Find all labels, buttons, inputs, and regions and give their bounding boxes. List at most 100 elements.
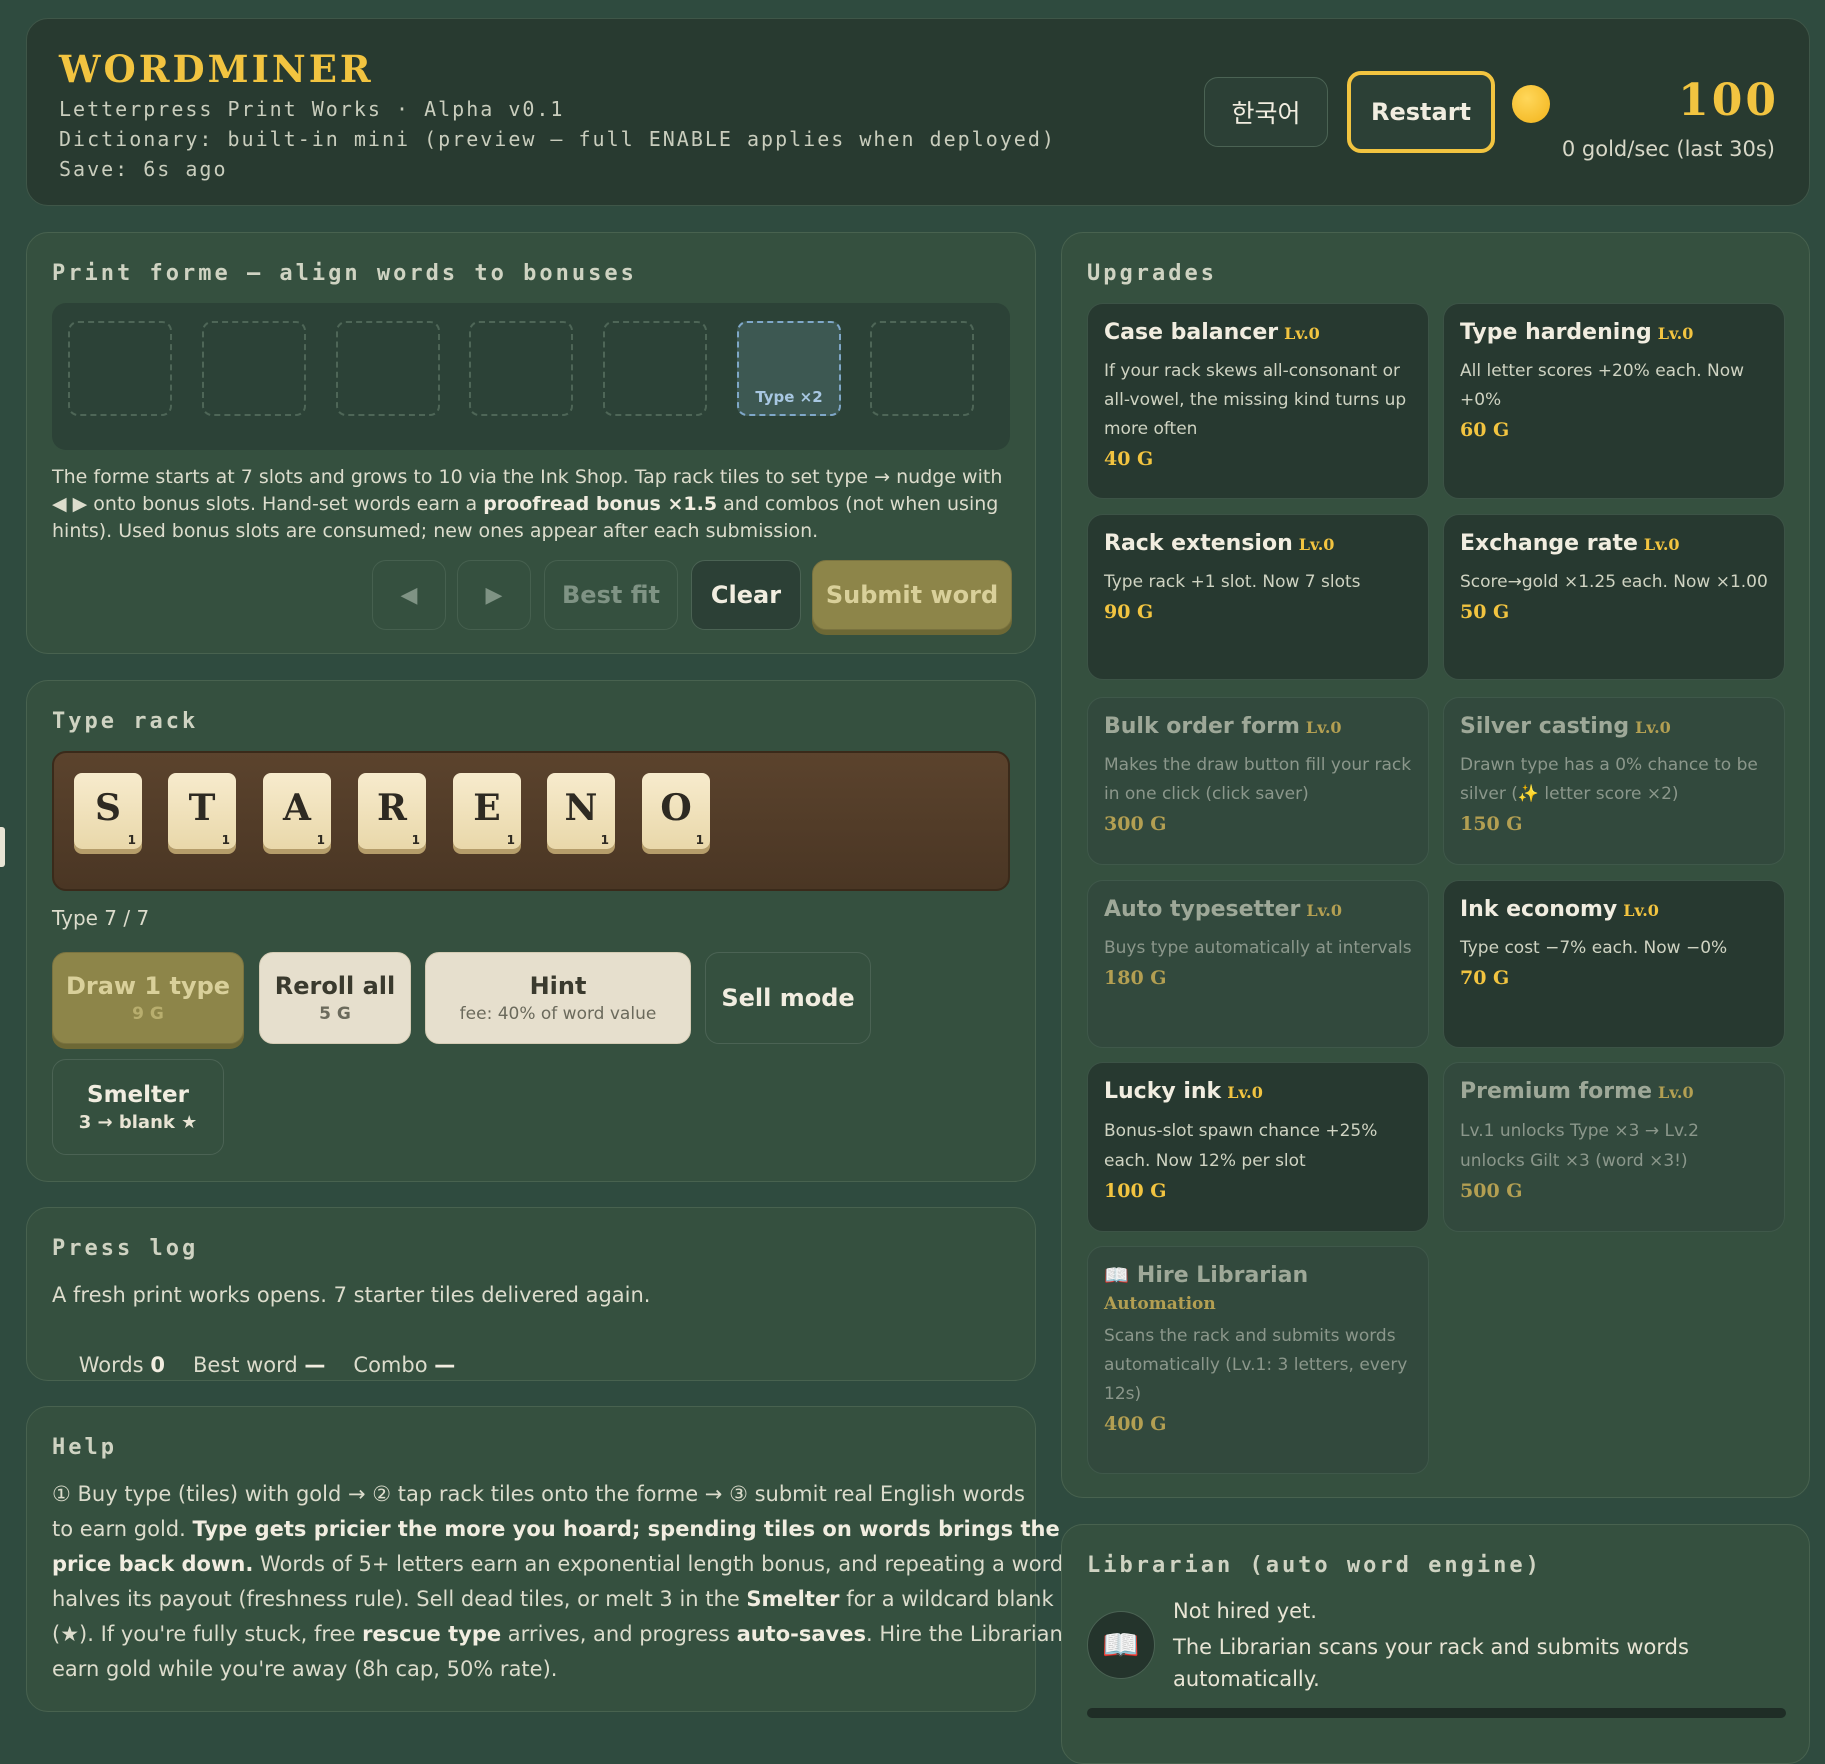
tile-points: 1 (600, 833, 609, 847)
help-line: ① Buy type (tiles) with gold → ② tap rac… (52, 1482, 1025, 1506)
librarian-desc: The Librarian scans your rack and submit… (1173, 1635, 1689, 1691)
rack-tile[interactable]: T1 (168, 773, 236, 849)
upgrade-card-exchange-rate[interactable]: Exchange rate Lv.0 Score→gold ×1.25 each.… (1443, 514, 1785, 680)
rack-title: Type rack (52, 709, 199, 734)
upgrade-cost: 150 G (1460, 813, 1523, 835)
submit-word-button[interactable]: Submit word (812, 560, 1012, 630)
forme-slot[interactable] (870, 321, 974, 416)
nudge-left-button[interactable]: ◀ (372, 560, 446, 630)
rack-tile[interactable]: N1 (547, 773, 615, 849)
rack-tile[interactable]: O1 (642, 773, 710, 849)
upgrade-name: Lucky ink (1104, 1079, 1222, 1104)
hint-button[interactable]: Hint fee: 40% of word value (425, 952, 691, 1044)
rack-tile[interactable]: R1 (358, 773, 426, 849)
game-subtitle: Letterpress Print Works · Alpha v0.1 (59, 97, 565, 121)
clear-button[interactable]: Clear (691, 560, 801, 630)
reroll-all-button[interactable]: Reroll all 5 G (259, 952, 411, 1044)
help-bold-span: auto-saves (736, 1622, 866, 1646)
rack-tile[interactable]: A1 (263, 773, 331, 849)
draw-type-button[interactable]: Draw 1 type 9 G (52, 952, 244, 1044)
hire-librarian-card[interactable]: 📖 Hire Librarian Automation Scans the rac… (1087, 1246, 1429, 1474)
restart-button[interactable]: Restart (1347, 71, 1495, 153)
upgrade-card-silver-casting[interactable]: Silver casting Lv.0 Drawn type has a 0% c… (1443, 697, 1785, 865)
rack-tile[interactable]: E1 (453, 773, 521, 849)
upgrade-card-bulk-order-form[interactable]: Bulk order form Lv.0 Makes the draw butto… (1087, 697, 1429, 865)
help-text-span: halves its payout (freshness rule). Sell… (52, 1587, 747, 1611)
upgrade-card-type-hardening[interactable]: Type hardening Lv.0 All letter scores +20… (1443, 303, 1785, 499)
best-fit-button[interactable]: Best fit (544, 560, 678, 630)
upgrade-level: Lv.0 (1306, 901, 1342, 920)
forme-desc-text: and combos (not when using (717, 493, 999, 515)
upgrade-card-lucky-ink[interactable]: Lucky ink Lv.0 Bonus-slot spawn chance +2… (1087, 1062, 1429, 1232)
librarian-title: Librarian (auto word engine) (1087, 1553, 1542, 1578)
combo-value: — (434, 1353, 456, 1377)
upgrade-cost: 40 G (1104, 448, 1154, 470)
smelter-sub: 3 → blank ★ (78, 1111, 198, 1133)
submit-word-label: Submit word (825, 581, 999, 609)
best-word-value: — (304, 1353, 326, 1377)
upgrade-desc: Drawn type has a 0% chance to be silver … (1460, 755, 1758, 804)
type-rack: S1 T1 A1 R1 E1 N1 O1 (52, 751, 1010, 891)
upgrade-card-rack-extension[interactable]: Rack extension Lv.0 Type rack +1 slot. No… (1087, 514, 1429, 680)
upgrade-desc: Buys type automatically at intervals (1104, 938, 1412, 958)
librarian-progress-bar (1087, 1708, 1786, 1718)
help-bold-span: Type gets pricier the more you hoard; sp… (192, 1517, 1060, 1541)
forme-slot[interactable] (336, 321, 440, 416)
language-label: 한국어 (1231, 99, 1301, 128)
upgrade-name: Bulk order form (1104, 714, 1300, 739)
hire-librarian-tag: Automation (1104, 1294, 1216, 1314)
rack-tile[interactable]: S1 (74, 773, 142, 849)
help-text-span: Words of 5+ letters earn an exponential … (253, 1552, 1064, 1576)
tile-letter: E (473, 787, 501, 829)
tile-letter: O (660, 787, 692, 829)
upgrade-name: Type hardening (1460, 320, 1652, 345)
tile-points: 1 (316, 833, 325, 847)
forme-slot[interactable] (202, 321, 306, 416)
upgrade-level: Lv.0 (1227, 1083, 1263, 1102)
upgrade-card-ink-economy[interactable]: Ink economy Lv.0 Type cost −7% each. Now … (1443, 880, 1785, 1048)
forme-slot[interactable] (68, 321, 172, 416)
book-icon: 📖 (1104, 1263, 1129, 1287)
upgrade-level: Lv.0 (1657, 1083, 1694, 1102)
sell-mode-button[interactable]: Sell mode (705, 952, 871, 1044)
language-button[interactable]: 한국어 (1204, 77, 1328, 147)
best-fit-label: Best fit (562, 581, 660, 609)
tile-letter: N (564, 787, 598, 829)
smelter-button[interactable]: Smelter 3 → blank ★ (52, 1059, 224, 1155)
gold-rate: 0 gold/sec (last 30s) (1561, 137, 1775, 161)
hire-librarian-desc: Scans the rack and submits words automat… (1104, 1326, 1408, 1404)
upgrade-name: Auto typesetter (1104, 897, 1301, 922)
upgrade-level: Lv.0 (1623, 901, 1659, 920)
help-text-span: for a wildcard blank (839, 1587, 1054, 1611)
forme-slot[interactable] (603, 321, 707, 416)
game-title: WORDMINER (59, 47, 374, 91)
upgrade-card-case-balancer[interactable]: Case balancer Lv.0 If your rack skews all… (1087, 303, 1429, 499)
upgrade-card-auto-typesetter[interactable]: Auto typesetter Lv.0 Buys type automatica… (1087, 880, 1429, 1048)
bonus-label: Type ×2 (755, 388, 823, 406)
header-panel: WORDMINER Letterpress Print Works · Alph… (26, 18, 1810, 206)
help-text-span: arrives, and progress (501, 1622, 737, 1646)
upgrade-card-premium-forme[interactable]: Premium forme Lv.0 Lv.1 unlocks Type ×3 →… (1443, 1062, 1785, 1232)
forme-slot-bonus[interactable]: Type ×2 (737, 321, 841, 416)
save-status: Save: 6s ago (59, 157, 228, 181)
librarian-panel: Librarian (auto word engine) 📖 Not hired… (1061, 1524, 1810, 1764)
forme-desc-line: hints). Used bonus slots are consumed; n… (52, 520, 819, 542)
upgrade-desc: All letter scores +20% each. Now +0% (1460, 361, 1745, 410)
upgrade-cost: 100 G (1104, 1180, 1167, 1202)
librarian-avatar: 📖 (1087, 1611, 1155, 1679)
words-value: 0 (150, 1353, 165, 1377)
upgrade-name: Ink economy (1460, 897, 1618, 922)
words-label: Words (78, 1353, 144, 1377)
proofread-bonus-text: proofread bonus ×1.5 (483, 493, 718, 515)
forme-desc-line: ◀ ▶ onto bonus slots. Hand-set words ear… (52, 491, 1022, 518)
tile-points: 1 (695, 833, 704, 847)
forme-slot[interactable] (469, 321, 573, 416)
smelter-label: Smelter (87, 1081, 189, 1108)
upgrades-panel: Upgrades Case balancer Lv.0 If your rack … (1061, 232, 1810, 1498)
side-scroll-handle[interactable] (0, 827, 5, 867)
upgrade-desc: Lv.1 unlocks Type ×3 → Lv.2 unlocks Gilt… (1460, 1121, 1699, 1171)
nudge-right-button[interactable]: ▶ (457, 560, 531, 630)
draw-type-cost: 9 G (132, 1004, 164, 1024)
help-text-span: to earn gold. (52, 1517, 193, 1541)
clear-label: Clear (710, 581, 782, 609)
